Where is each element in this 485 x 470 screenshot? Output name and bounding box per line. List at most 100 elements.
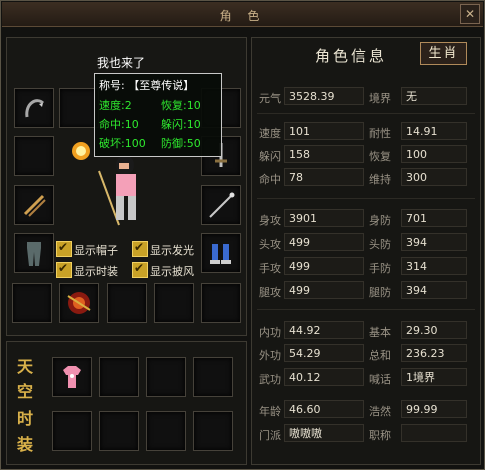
stat-value: 40.12	[284, 368, 364, 386]
stat-label: 喊话	[369, 373, 391, 386]
toggle-show-cape[interactable]: 显示披风	[132, 261, 206, 278]
stat-label: 身攻	[259, 214, 281, 227]
close-icon: ✕	[464, 7, 476, 21]
stat-label: 武功	[259, 373, 281, 386]
pants-icon	[27, 242, 41, 266]
stat-label: 门派	[259, 429, 281, 442]
equip-slot-head[interactable]	[14, 88, 54, 128]
equip-slot-bottom-3[interactable]	[107, 283, 147, 323]
tooltip-recovery-label: 恢复:	[161, 99, 187, 112]
checkmark-icon[interactable]	[56, 240, 72, 257]
equip-slot-left-3[interactable]	[14, 185, 54, 225]
close-button[interactable]: ✕	[460, 4, 480, 24]
stat-label: 元气	[259, 92, 281, 105]
stat-label: 境界	[369, 92, 391, 105]
stat-value: 54.29	[284, 344, 364, 362]
title-bar[interactable]: 角 色 ✕	[2, 2, 483, 27]
stat-label: 年龄	[259, 405, 281, 418]
equip-slot-bottom-5[interactable]	[201, 283, 241, 323]
fashion-slot-2[interactable]	[99, 357, 139, 397]
stat-value: 78	[284, 168, 364, 186]
tooltip-defense-label: 防御:	[161, 137, 187, 150]
equip-slot-top-left[interactable]	[59, 88, 99, 128]
toggle-show-hat[interactable]: 显示帽子	[56, 240, 130, 257]
equip-slot-right-4[interactable]	[201, 233, 241, 273]
stat-value: 300	[401, 168, 467, 186]
fashion-slot-8[interactable]	[193, 411, 233, 451]
stat-value: 100	[401, 145, 467, 163]
staff-icon	[209, 192, 235, 218]
checkmark-icon[interactable]	[56, 261, 72, 278]
equip-slot-bottom-4[interactable]	[154, 283, 194, 323]
stat-value: 394	[401, 233, 467, 251]
fashion-label-char-1: 天	[16, 357, 33, 376]
stat-value: 701	[401, 209, 467, 227]
stat-label: 腿防	[369, 286, 391, 299]
stat-value	[401, 424, 467, 442]
toggle-show-cape-label: 显示披风	[150, 265, 194, 278]
stat-value: 3528.39	[284, 87, 364, 105]
toggle-show-hat-label: 显示帽子	[74, 244, 118, 257]
equip-slot-bottom-2[interactable]	[59, 283, 99, 323]
equip-slot-left-4[interactable]	[14, 233, 54, 273]
stat-value: 499	[284, 233, 364, 251]
character-name: 我也来了	[97, 56, 146, 70]
stat-value: 无	[401, 87, 467, 105]
stat-label: 手攻	[259, 262, 281, 275]
stat-label: 躲闪	[259, 150, 281, 163]
fashion-slot-4[interactable]	[193, 357, 233, 397]
stat-label: 内功	[259, 326, 281, 339]
red-ornament-icon	[67, 292, 91, 314]
stat-value: 158	[284, 145, 364, 163]
fashion-label-char-3: 时	[16, 409, 33, 428]
fashion-slot-1[interactable]	[52, 357, 92, 397]
toggle-show-fashion[interactable]: 显示时装	[56, 261, 130, 278]
separator	[257, 309, 475, 310]
fashion-slot-6[interactable]	[99, 411, 139, 451]
zodiac-button[interactable]: 生肖	[420, 42, 467, 65]
fashion-slot-7[interactable]	[146, 411, 186, 451]
stat-label: 头防	[369, 238, 391, 251]
equip-slot-left-2[interactable]	[14, 136, 54, 176]
stat-label: 职称	[369, 429, 391, 442]
stat-value: 3901	[284, 209, 364, 227]
equip-slot-right-3[interactable]	[201, 185, 241, 225]
stat-label: 速度	[259, 127, 281, 140]
separator	[257, 113, 475, 114]
stat-label: 身防	[369, 214, 391, 227]
stat-label: 恢复	[369, 150, 391, 163]
tooltip-dodge-label: 躲闪:	[161, 118, 187, 131]
double-blade-icon	[23, 194, 46, 217]
stats-title: 角色信息	[315, 47, 388, 65]
stat-label: 外功	[259, 349, 281, 362]
stat-value: 394	[401, 281, 467, 299]
character-window: 角 色 ✕ 我也来了 称号: 【至尊传说】 速度:2 恢复:10 命中:10 躲…	[0, 0, 485, 470]
stat-value: 101	[284, 122, 364, 140]
tooltip-title-label: 称号:	[99, 79, 125, 92]
equip-slot-bottom-1[interactable]	[12, 283, 52, 323]
stat-value: 99.99	[401, 400, 467, 418]
window-title: 角 色	[219, 9, 266, 23]
stat-label: 基本	[369, 326, 391, 339]
tooltip-title-value: 【至尊传说】	[128, 79, 195, 92]
stat-label: 维持	[369, 173, 391, 186]
toggle-show-glow[interactable]: 显示发光	[132, 240, 206, 257]
stat-value: 499	[284, 257, 364, 275]
stat-label: 命中	[259, 173, 281, 186]
stat-label: 腿攻	[259, 286, 281, 299]
separator	[257, 198, 475, 199]
checkmark-icon[interactable]	[132, 240, 148, 257]
fashion-label-char-2: 空	[16, 382, 33, 401]
stat-value: 236.23	[401, 344, 467, 362]
tooltip-defense-value: 50	[186, 137, 201, 150]
checkmark-icon[interactable]	[132, 261, 148, 278]
stat-label: 头攻	[259, 238, 281, 251]
fashion-slot-5[interactable]	[52, 411, 92, 451]
stat-value: 29.30	[401, 321, 467, 339]
hook-icon	[25, 99, 45, 118]
fashion-slot-3[interactable]	[146, 357, 186, 397]
stat-label: 耐性	[369, 127, 391, 140]
toggle-show-glow-label: 显示发光	[150, 244, 194, 257]
stat-value: 1境界	[401, 368, 467, 386]
tooltip-break-label: 破坏:	[99, 137, 125, 150]
